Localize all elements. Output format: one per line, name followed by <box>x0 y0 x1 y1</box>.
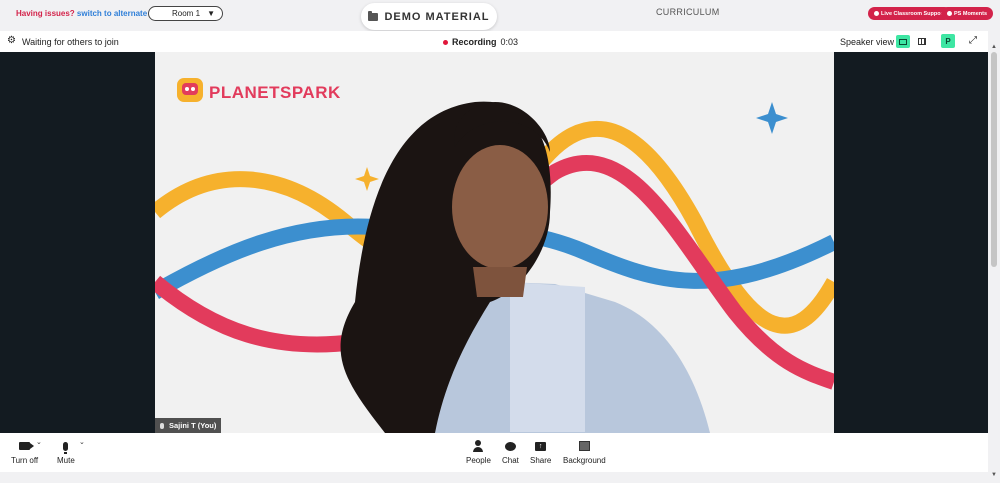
avatar[interactable]: P <box>941 34 955 48</box>
room-select-value: Room 1 <box>172 9 201 18</box>
share-label: Share <box>530 456 552 465</box>
video-frame: PLANETSPARK <box>155 52 834 433</box>
meeting-header: ⚙ Waiting for others to join Recording 0… <box>0 31 988 52</box>
people-button[interactable]: People <box>466 439 491 465</box>
video-options-chevron-icon[interactable]: ⌄ <box>36 438 42 446</box>
scroll-up-icon[interactable]: ▲ <box>991 44 997 50</box>
participant-video: PLANETSPARK Sajini T (You) <box>155 52 834 433</box>
meeting-status: Waiting for others to join <box>22 37 119 47</box>
chat-label: Chat <box>502 456 519 465</box>
people-label: People <box>466 456 491 465</box>
expand-icon[interactable]: ⤢ <box>969 36 977 46</box>
background-icon <box>578 441 590 451</box>
support-icon <box>874 11 879 16</box>
recording-time: 0:03 <box>500 37 519 47</box>
issues-text: Having issues? <box>16 9 75 18</box>
demo-material-button[interactable]: DEMO MATERIAL <box>361 3 497 30</box>
caret-down-icon: ▼ <box>207 9 215 18</box>
issues-notice: Having issues? switch to alternate room <box>16 9 169 18</box>
ps-moments-button[interactable]: PS Moments <box>941 7 994 20</box>
camera-icon <box>19 442 35 450</box>
app-page: Having issues? switch to alternate room … <box>0 0 1000 483</box>
chat-button[interactable]: Chat <box>502 439 519 465</box>
speaker-view-label: Speaker view <box>840 37 895 47</box>
live-support-label: Live Classroom Support <box>881 10 945 17</box>
turn-off-video-button[interactable]: Turn off <box>11 439 38 465</box>
microphone-icon <box>63 441 69 454</box>
logo-text: PLANETSPARK <box>209 83 341 102</box>
chat-icon <box>504 441 516 451</box>
gear-icon[interactable]: ⚙ <box>7 36 17 46</box>
grid-layout-icon <box>918 38 926 45</box>
live-support-button[interactable]: Live Classroom Support <box>868 7 951 20</box>
meeting-toolbar: Turn off ⌄ Mute ⌄ People Chat ↑ Share Ba… <box>0 433 988 472</box>
meeting-window: ⚙ Waiting for others to join Recording 0… <box>0 31 988 472</box>
gallery-view-button[interactable] <box>915 35 929 48</box>
room-select[interactable]: Room 1 ▼ <box>148 6 223 21</box>
ps-moments-label: PS Moments <box>954 10 988 17</box>
demo-material-label: DEMO MATERIAL <box>384 10 490 23</box>
moments-icon <box>947 11 952 16</box>
mute-label: Mute <box>57 456 75 465</box>
participant-name-tag: Sajini T (You) <box>155 418 222 433</box>
audio-options-chevron-icon[interactable]: ⌄ <box>79 438 85 446</box>
recording-dot-icon <box>443 39 448 45</box>
speaker-layout-icon <box>899 38 907 45</box>
turn-off-video-label: Turn off <box>11 456 39 465</box>
people-icon <box>473 440 484 452</box>
background-label: Background <box>563 456 606 465</box>
share-icon: ↑ <box>535 441 547 451</box>
top-bar: Having issues? switch to alternate room … <box>0 0 1000 30</box>
participant-name: Sajini T (You) <box>169 421 217 430</box>
speaker-view-button[interactable] <box>896 35 910 48</box>
mute-button[interactable]: Mute <box>57 439 75 465</box>
scrollbar-thumb[interactable] <box>991 52 997 267</box>
scroll-down-icon[interactable]: ▼ <box>991 472 997 478</box>
folder-icon <box>368 10 379 21</box>
background-button[interactable]: Background <box>563 439 606 465</box>
video-stage: PLANETSPARK Sajini T (You) <box>0 52 988 433</box>
recording-indicator: Recording 0:03 <box>443 37 518 47</box>
recording-label: Recording <box>452 37 497 47</box>
share-button[interactable]: ↑ Share <box>530 439 551 465</box>
curriculum-tab[interactable]: CURRICULUM <box>656 7 720 17</box>
mic-icon <box>160 422 164 429</box>
